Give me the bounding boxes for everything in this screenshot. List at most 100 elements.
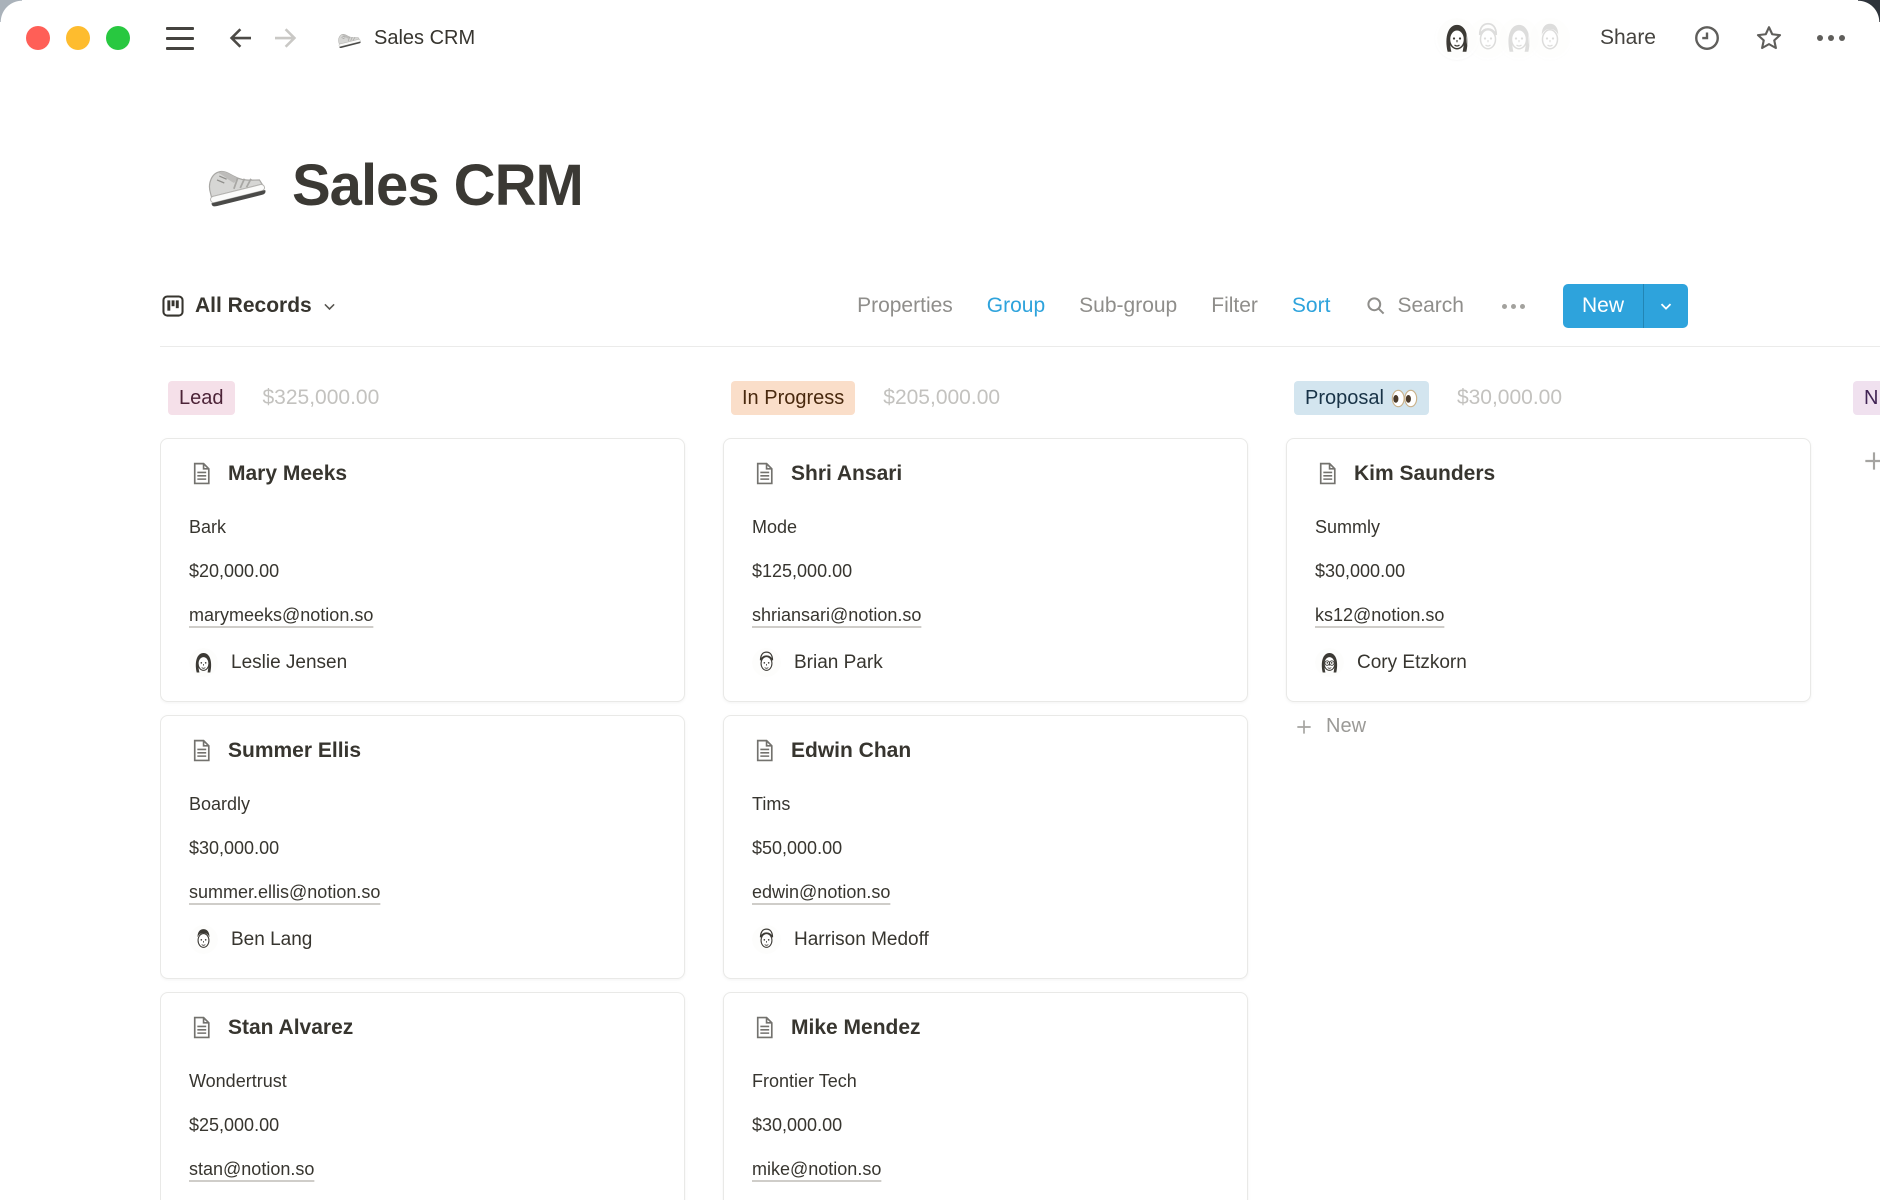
owner-name: Leslie Jensen [231, 652, 347, 674]
kanban-board: Lead $325,000.00 Mary Meeks Bark $20,000… [160, 380, 1880, 1200]
card-title-row: Mary Meeks [189, 461, 656, 486]
card-company: Tims [752, 791, 1219, 817]
card-owner: Brian Park [752, 648, 1219, 677]
record-card[interactable]: Kim Saunders Summly $30,000.00 ks12@noti… [1286, 438, 1811, 702]
card-email: marymeeks@notion.so [189, 602, 656, 628]
eyes-emoji [1391, 389, 1418, 408]
new-button-chevron[interactable] [1644, 284, 1688, 328]
column-status-badge[interactable]: N [1853, 381, 1880, 415]
card-title-row: Summer Ellis [189, 738, 656, 763]
avatar-4[interactable] [1530, 18, 1570, 58]
more-options-icon[interactable] [1816, 23, 1846, 53]
card-amount: $125,000.00 [752, 558, 1219, 584]
record-card[interactable]: Summer Ellis Boardly $30,000.00 summer.e… [160, 715, 685, 979]
column-header: N [1853, 380, 1880, 416]
card-title-row: Shri Ansari [752, 461, 1219, 486]
owner-avatar [189, 925, 218, 954]
subgroup-menu-item[interactable]: Sub-group [1079, 294, 1177, 318]
record-card[interactable]: Stan Alvarez Wondertrust $25,000.00 stan… [160, 992, 685, 1200]
email-link[interactable]: mike@notion.so [752, 1159, 881, 1179]
search-button[interactable]: Search [1364, 294, 1464, 318]
sort-menu-item[interactable]: Sort [1292, 294, 1331, 318]
forward-button[interactable] [268, 21, 302, 55]
collaborator-avatars[interactable] [1437, 18, 1570, 58]
card-owner: Ben Lang [189, 925, 656, 954]
new-button-label: New [1563, 284, 1643, 328]
star-favorite-icon[interactable] [1754, 23, 1784, 53]
column-status-label: In Progress [742, 385, 844, 411]
email-link[interactable]: ks12@notion.so [1315, 605, 1444, 625]
card-email: ks12@notion.so [1315, 602, 1782, 628]
column-status-badge[interactable]: In Progress [731, 381, 855, 415]
record-card[interactable]: Shri Ansari Mode $125,000.00 shriansari@… [723, 438, 1248, 702]
page-icon [752, 461, 777, 486]
properties-menu-item[interactable]: Properties [857, 294, 953, 318]
owner-avatar [189, 648, 218, 677]
toolbar-divider [160, 346, 1880, 347]
card-owner: Cory Etzkorn [1315, 648, 1782, 677]
tab-title: Sales CRM [374, 27, 475, 50]
chevron-down-icon [321, 298, 338, 315]
column-header: In Progress $205,000.00 [731, 380, 1248, 416]
chevron-down-icon [1657, 297, 1675, 315]
board-column: Lead $325,000.00 Mary Meeks Bark $20,000… [160, 380, 685, 1200]
share-button[interactable]: Share [1600, 26, 1656, 50]
sneaker-emoji-page-icon[interactable] [198, 146, 274, 216]
group-menu-item[interactable]: Group [987, 294, 1045, 318]
email-link[interactable]: shriansari@notion.so [752, 605, 921, 625]
board-column: N [1849, 380, 1880, 474]
email-link[interactable]: marymeeks@notion.so [189, 605, 373, 625]
column-status-label: Lead [179, 385, 224, 411]
add-card-plus-icon[interactable] [1861, 448, 1880, 474]
email-link[interactable]: stan@notion.so [189, 1159, 314, 1179]
search-icon [1364, 294, 1388, 318]
card-owner: Leslie Jensen [189, 648, 656, 677]
card-title: Stan Alvarez [228, 1016, 353, 1040]
view-switcher[interactable]: All Records [160, 293, 338, 319]
card-amount: $20,000.00 [189, 558, 656, 584]
card-title-row: Edwin Chan [752, 738, 1219, 763]
close-window-button[interactable] [26, 26, 50, 50]
page-icon [189, 1015, 214, 1040]
card-owner: Harrison Medoff [752, 925, 1219, 954]
column-header: Proposal $30,000.00 [1294, 380, 1811, 416]
email-link[interactable]: edwin@notion.so [752, 882, 890, 902]
card-email: summer.ellis@notion.so [189, 879, 656, 905]
card-title: Edwin Chan [791, 739, 911, 763]
card-email: shriansari@notion.so [752, 602, 1219, 628]
record-card[interactable]: Edwin Chan Tims $50,000.00 edwin@notion.… [723, 715, 1248, 979]
page-icon [752, 1015, 777, 1040]
record-card[interactable]: Mary Meeks Bark $20,000.00 marymeeks@not… [160, 438, 685, 702]
back-button[interactable] [224, 21, 258, 55]
card-amount: $30,000.00 [189, 835, 656, 861]
column-status-badge[interactable]: Proposal [1294, 381, 1429, 415]
card-company: Boardly [189, 791, 656, 817]
column-status-badge[interactable]: Lead [168, 381, 235, 415]
column-status-label: N [1864, 385, 1878, 411]
column-status-label: Proposal [1305, 385, 1384, 411]
page-icon [752, 738, 777, 763]
owner-name: Ben Lang [231, 929, 312, 951]
owner-avatar [1315, 648, 1344, 677]
zoom-window-button[interactable] [106, 26, 130, 50]
new-record-button[interactable]: New [1563, 284, 1688, 328]
page-icon [189, 461, 214, 486]
minimize-window-button[interactable] [66, 26, 90, 50]
record-card[interactable]: Mike Mendez Frontier Tech $30,000.00 mik… [723, 992, 1248, 1200]
card-title-row: Kim Saunders [1315, 461, 1782, 486]
view-toolbar: All Records Properties Group Sub-group F… [160, 282, 1880, 330]
search-label: Search [1397, 294, 1464, 318]
owner-avatar [752, 648, 781, 677]
email-link[interactable]: summer.ellis@notion.so [189, 882, 380, 902]
owner-name: Harrison Medoff [794, 929, 929, 951]
column-total: $30,000.00 [1457, 386, 1562, 410]
toolbar-more-icon[interactable] [1498, 300, 1529, 313]
clock-history-icon[interactable] [1692, 23, 1722, 53]
filter-menu-item[interactable]: Filter [1211, 294, 1258, 318]
view-name: All Records [195, 294, 312, 318]
sidebar-menu-icon[interactable] [166, 27, 194, 50]
card-email: stan@notion.so [189, 1156, 656, 1182]
column-header: Lead $325,000.00 [168, 380, 685, 416]
card-title-row: Mike Mendez [752, 1015, 1219, 1040]
add-new-card-button[interactable]: New [1294, 715, 1811, 738]
